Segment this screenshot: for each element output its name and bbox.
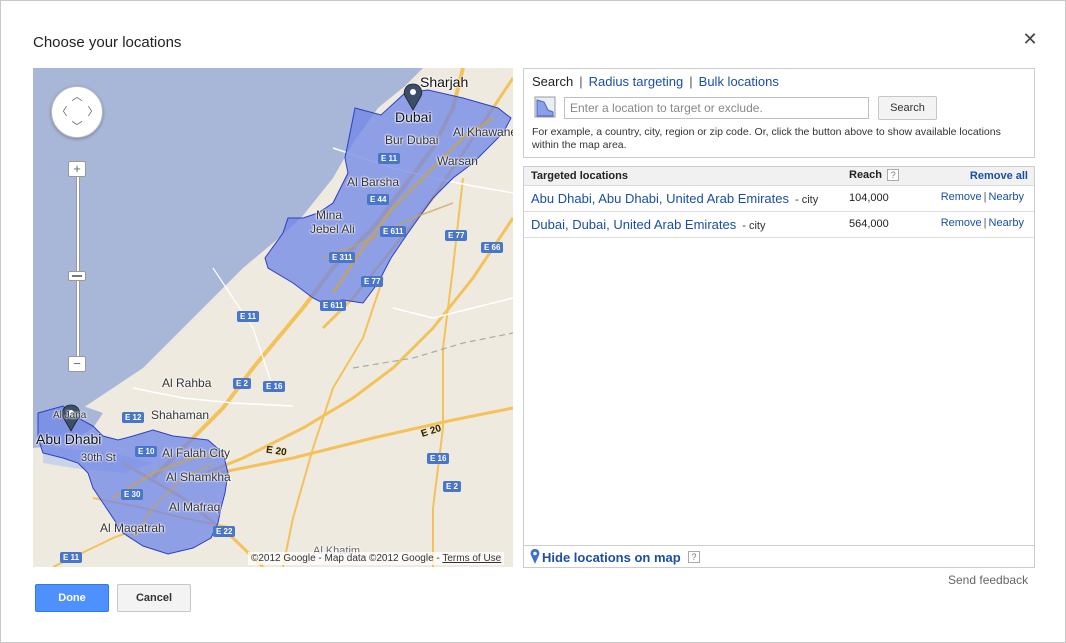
label-al-jana: Al Jana — [53, 410, 87, 421]
nearby-link[interactable]: Nearby — [989, 217, 1024, 229]
attribution-text: ©2012 Google - Map data ©2012 Google - — [251, 553, 443, 564]
zoom-slider-handle[interactable] — [68, 271, 86, 281]
search-panel: Search | Radius targeting | Bulk locations S… — [523, 68, 1035, 158]
map-view[interactable]: Sharjah Dubai Bur Dubai Al Khawane Warsa… — [33, 68, 513, 567]
location-reach: 564,000 — [849, 218, 889, 230]
label-30th-st: 30th St — [81, 452, 116, 464]
table-header: Targeted locations Reach ? Remove all — [524, 167, 1034, 186]
location-reach: 104,000 — [849, 192, 889, 204]
send-feedback-link[interactable]: Send feedback — [948, 573, 1028, 587]
search-hint: For example, a country, city, region or … — [532, 126, 1001, 151]
shield-e22: E 22 — [213, 526, 236, 537]
tab-radius-targeting[interactable]: Radius targeting — [589, 74, 684, 89]
pan-control[interactable]: ︿ ﹀ 〈 〉 — [51, 86, 103, 138]
table-row: Abu Dhabi, Abu Dhabi, United Arab Emirat… — [524, 186, 1034, 212]
location-dialog: Choose your locations ✕ Sharjah Dubai Bu… — [0, 0, 1066, 643]
shield-e2-b: E 2 — [443, 481, 462, 492]
search-button[interactable]: Search — [878, 96, 937, 120]
label-dubai: Dubai — [395, 109, 432, 125]
pan-up-icon[interactable]: ︿ — [71, 91, 83, 103]
pan-right-icon[interactable]: 〉 — [87, 106, 99, 118]
zoom-in-button[interactable]: + — [68, 161, 86, 177]
shield-e10: E 10 — [135, 446, 158, 457]
location-name-link[interactable]: Dubai, Dubai, United Arab Emirates - city — [531, 217, 765, 232]
col-reach-label: Reach — [849, 169, 883, 181]
action-separator: | — [983, 217, 987, 229]
shield-e66: E 66 — [481, 242, 504, 253]
map-pin-icon — [530, 549, 540, 564]
shield-e44: E 44 — [367, 194, 390, 205]
tab-separator: | — [579, 74, 583, 89]
label-bur-dubai: Bur Dubai — [385, 133, 439, 147]
done-button[interactable]: Done — [35, 584, 109, 612]
label-jebel-ali: Jebel Ali — [310, 222, 355, 236]
shield-e11-c: E 11 — [60, 552, 83, 563]
label-al-barsha: Al Barsha — [347, 175, 400, 189]
zoom-out-button[interactable]: − — [68, 356, 86, 372]
remove-link[interactable]: Remove — [941, 217, 982, 229]
tab-separator: | — [689, 74, 693, 89]
pan-left-icon[interactable]: 〈 — [56, 106, 68, 118]
shield-e77-b: E 77 — [445, 230, 468, 241]
label-al-maqatrah: Al Maqatrah — [100, 521, 165, 535]
remove-link[interactable]: Remove — [941, 191, 982, 203]
map-attribution: ©2012 Google - Map data ©2012 Google - T… — [248, 552, 505, 565]
pan-down-icon[interactable]: ﹀ — [71, 121, 83, 133]
location-type: - city — [742, 220, 766, 232]
location-name[interactable]: Dubai, Dubai, United Arab Emirates — [531, 217, 736, 232]
label-al-rahba: Al Rahba — [162, 376, 212, 390]
table-footer: Hide locations on map ? — [524, 545, 1034, 567]
shield-e11: E 11 — [378, 153, 401, 164]
label-warsan: Warsan — [437, 154, 478, 168]
nearby-link[interactable]: Nearby — [989, 191, 1024, 203]
search-tabs: Search | Radius targeting | Bulk locations — [532, 74, 779, 89]
map-base — [33, 68, 513, 567]
label-shahaman: Shahaman — [151, 408, 210, 422]
shield-e12: E 12 — [122, 412, 145, 423]
shield-e2: E 2 — [233, 378, 252, 389]
label-al-falah-city: Al Falah City — [162, 446, 231, 460]
label-al-khawaneej: Al Khawane — [453, 125, 513, 139]
cancel-button[interactable]: Cancel — [117, 584, 191, 612]
label-abu-dhabi: Abu Dhabi — [36, 431, 102, 447]
shield-e16: E 16 — [263, 381, 286, 392]
remove-all-link[interactable]: Remove all — [970, 170, 1028, 182]
shield-e16-b: E 16 — [427, 453, 450, 464]
tab-bulk-locations[interactable]: Bulk locations — [699, 74, 779, 89]
location-name[interactable]: Abu Dhabi, Abu Dhabi, United Arab Emirat… — [531, 191, 789, 206]
row-actions: Remove | Nearby — [941, 191, 1024, 203]
label-sharjah: Sharjah — [420, 74, 469, 90]
shield-e30: E 30 — [121, 489, 144, 500]
col-reach: Reach ? — [849, 169, 900, 182]
dialog-title: Choose your locations — [33, 34, 182, 51]
location-search-input[interactable] — [564, 97, 869, 119]
label-al-shamkha: Al Shamkha — [166, 470, 231, 484]
targeted-locations-table: Targeted locations Reach ? Remove all Ab… — [523, 166, 1035, 568]
shield-e77: E 77 — [361, 276, 384, 287]
hide-locations-help-icon[interactable]: ? — [688, 551, 700, 563]
col-targeted-locations: Targeted locations — [531, 170, 628, 182]
table-row: Dubai, Dubai, United Arab Emirates - city… — [524, 212, 1034, 238]
shield-e611: E 611 — [380, 226, 407, 237]
location-type: - city — [794, 194, 819, 206]
shield-e11-b: E 11 — [237, 311, 260, 322]
hide-locations-link[interactable]: Hide locations on map — [542, 550, 681, 565]
close-icon[interactable]: ✕ — [1021, 30, 1039, 48]
shield-e311: E 311 — [329, 252, 356, 263]
reach-help-icon[interactable]: ? — [887, 169, 900, 182]
row-actions: Remove | Nearby — [941, 217, 1024, 229]
map-area-icon[interactable] — [534, 96, 556, 118]
label-mina: Mina — [316, 208, 343, 222]
location-name-link[interactable]: Abu Dhabi, Abu Dhabi, United Arab Emirat… — [531, 191, 818, 206]
shield-e611-b: E 611 — [320, 300, 347, 311]
zoom-slider-track[interactable] — [76, 168, 80, 368]
label-al-mafraq: Al Mafraq — [169, 500, 221, 514]
action-separator: | — [983, 191, 987, 203]
tab-search[interactable]: Search — [532, 74, 573, 89]
terms-of-use-link[interactable]: Terms of Use — [442, 553, 501, 564]
